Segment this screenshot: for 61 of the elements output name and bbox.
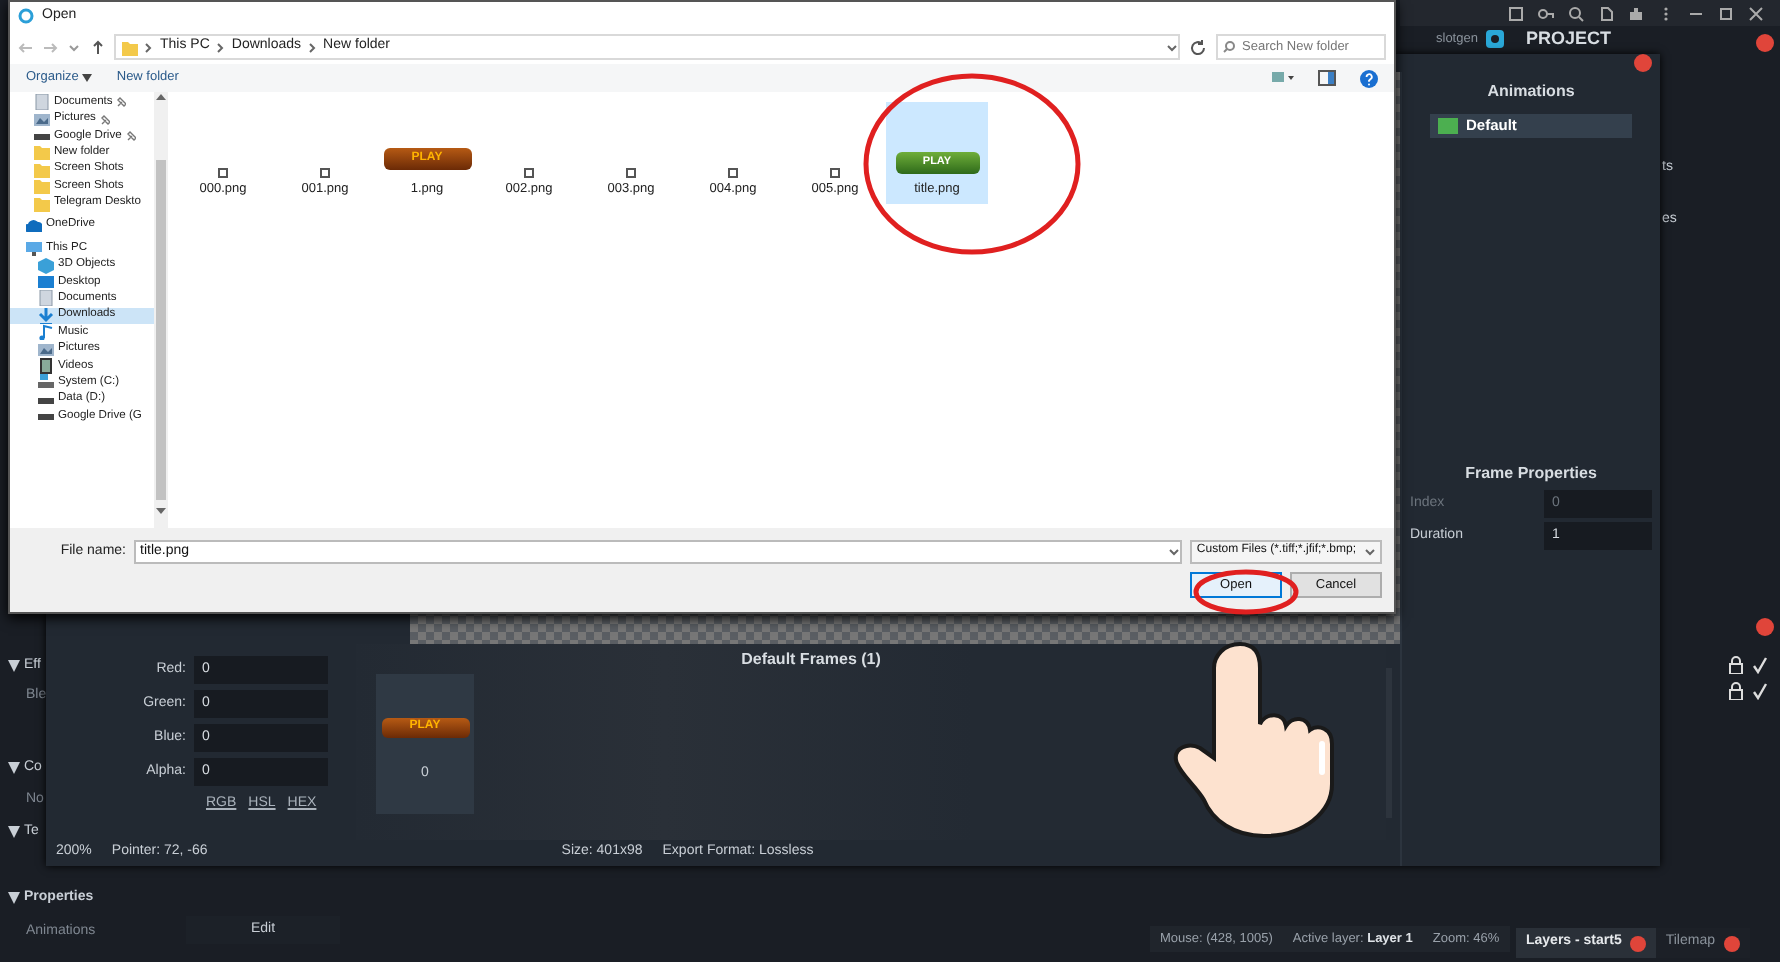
document-icon	[34, 94, 50, 111]
help-icon[interactable]	[1360, 69, 1378, 87]
film-icon	[38, 358, 54, 375]
view-options-icon[interactable]	[1270, 70, 1294, 86]
file-thumbnail-icon	[728, 168, 738, 179]
lock-icon[interactable]	[1728, 656, 1744, 674]
document-icon	[38, 290, 54, 307]
close-icon[interactable]	[1634, 54, 1652, 72]
puzzle-icon[interactable]	[1628, 5, 1644, 21]
app-icon	[18, 8, 34, 24]
file-thumbnail-icon	[218, 168, 228, 179]
expand-triangle-icon[interactable]	[8, 660, 20, 673]
logo-icon	[1485, 30, 1504, 48]
music-note-icon	[38, 324, 54, 341]
download-arrow-icon	[38, 307, 54, 324]
computer-icon	[26, 240, 42, 257]
page-icon[interactable]	[1598, 5, 1614, 21]
sprite-icon	[1438, 117, 1458, 134]
animations-title: Animations	[1485, 82, 1577, 102]
maximize-icon[interactable]	[1718, 5, 1734, 21]
zoom-icon[interactable]	[1568, 5, 1584, 21]
dropdown-caret-icon	[1168, 546, 1181, 558]
caret-icon	[82, 73, 93, 82]
dropdown-caret-icon	[1364, 546, 1376, 558]
chevron-icon	[215, 41, 226, 53]
cube-icon	[38, 257, 54, 274]
chevron-icon	[307, 41, 318, 53]
scroll-down-icon[interactable]	[156, 508, 166, 516]
preview-pane-icon[interactable]	[1318, 70, 1336, 86]
expand-triangle-icon[interactable]	[8, 762, 20, 775]
picture-icon	[34, 111, 50, 128]
scrollbar-thumb[interactable]	[156, 160, 166, 500]
close-icon[interactable]	[1723, 935, 1739, 951]
close-icon[interactable]	[1629, 935, 1646, 951]
search-icon	[1222, 40, 1236, 54]
file-thumbnail-icon	[626, 168, 636, 179]
file-thumbnail-icon	[524, 168, 534, 179]
chevron-icon	[144, 41, 154, 53]
up-icon[interactable]	[90, 39, 106, 55]
close-icon[interactable]	[1756, 618, 1774, 636]
caret-icon[interactable]	[66, 39, 82, 55]
cloud-icon	[26, 217, 42, 234]
refresh-icon[interactable]	[1188, 37, 1208, 57]
panel-title: PROJECT	[1526, 28, 1612, 50]
check-icon[interactable]	[1752, 682, 1768, 700]
close-icon[interactable]	[1756, 34, 1774, 52]
close-icon[interactable]	[1748, 5, 1764, 21]
expand-triangle-icon[interactable]	[8, 826, 20, 839]
frames-title: Default Frames (1)	[739, 650, 883, 670]
file-thumbnail-icon	[320, 168, 330, 179]
picture-icon	[38, 341, 54, 358]
dropdown-caret-icon[interactable]	[1166, 41, 1178, 53]
section-title: Frame Properties	[1463, 463, 1599, 483]
lock-icon[interactable]	[1728, 682, 1744, 700]
file-thumbnail-icon	[830, 168, 840, 179]
key-icon[interactable]	[1538, 5, 1554, 21]
annotation-circle	[1193, 569, 1299, 615]
window-icon[interactable]	[1508, 5, 1524, 21]
check-icon[interactable]	[1752, 656, 1768, 674]
expand-triangle-icon[interactable]	[8, 892, 20, 905]
desktop-icon	[38, 274, 54, 291]
